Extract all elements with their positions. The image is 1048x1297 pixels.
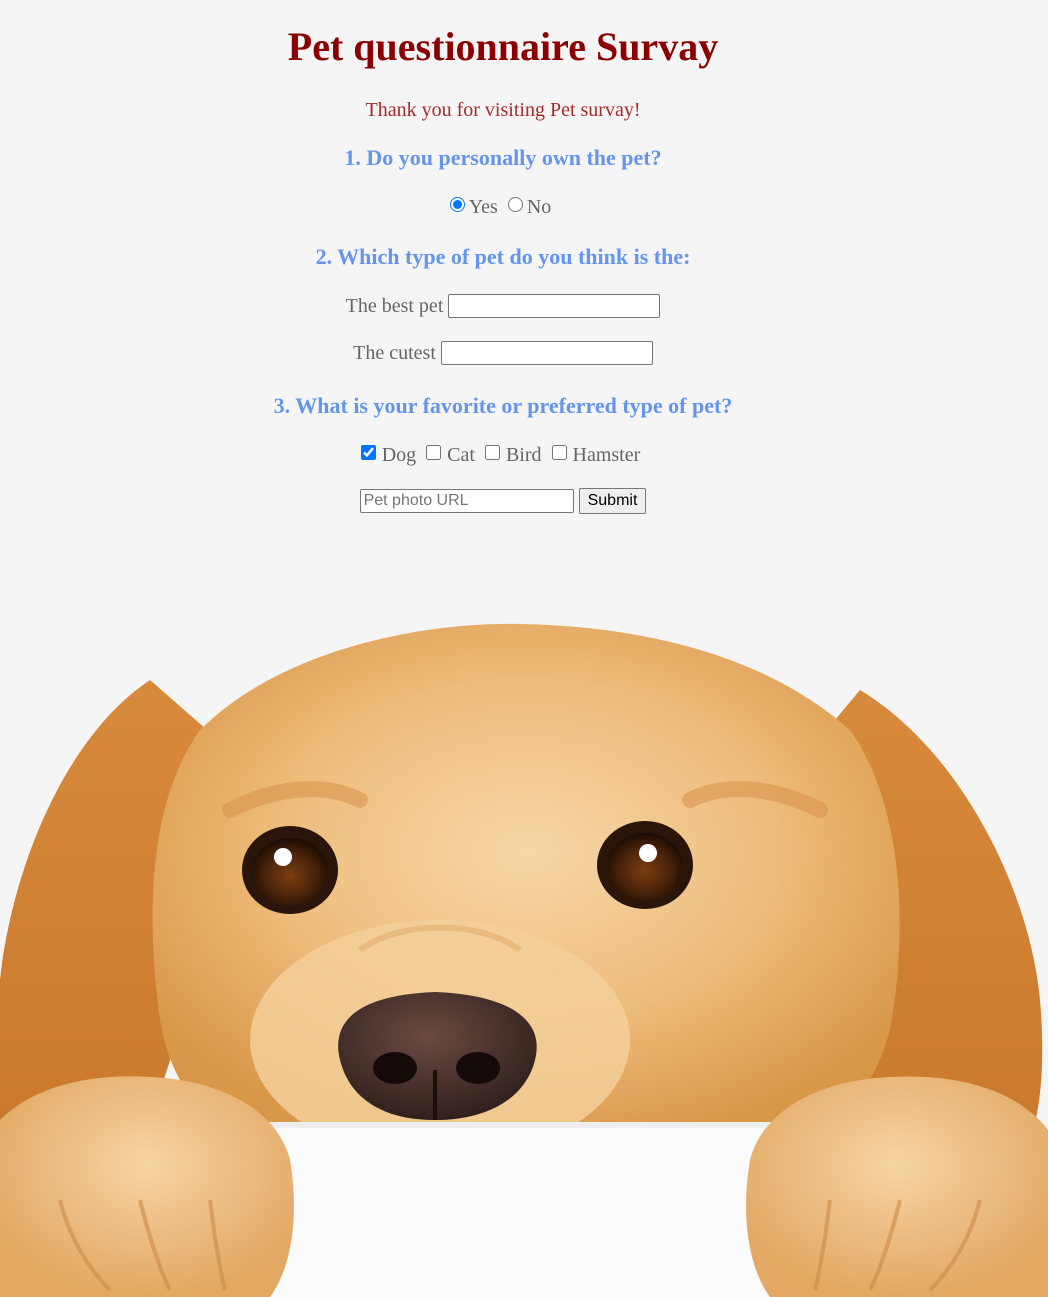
best-pet-label: The best pet — [345, 295, 444, 317]
best-pet-row: The best pet — [0, 291, 1006, 321]
cat-checkbox[interactable] — [426, 445, 442, 460]
question-3-heading: 3. What is your favorite or preferred ty… — [273, 393, 733, 418]
favorite-pet-checkbox-group: Dog Cat Bird Hamster — [0, 443, 1006, 467]
photo-submit-row: Submit — [0, 488, 1006, 514]
cutest-pet-input[interactable] — [440, 341, 653, 365]
cutest-pet-row: The cutest — [0, 338, 1006, 368]
own-pet-yes-radio[interactable] — [449, 197, 465, 212]
cat-label[interactable]: Cat — [447, 444, 475, 466]
own-pet-yes-label[interactable]: Yes — [469, 196, 498, 218]
page-title: Pet questionnaire Survay — [287, 24, 719, 69]
dog-image — [0, 623, 1048, 1297]
own-pet-no-label[interactable]: No — [527, 196, 551, 218]
pet-photo-url-input[interactable] — [359, 489, 574, 513]
bird-checkbox[interactable] — [484, 445, 500, 460]
page: Pet questionnaire Survay Thank you for v… — [0, 0, 1048, 1297]
dog-checkbox[interactable] — [360, 445, 376, 460]
thank-you-text: Thank you for visiting Pet survay! — [365, 99, 641, 121]
submit-button[interactable]: Submit — [578, 488, 647, 514]
dog-label[interactable]: Dog — [382, 444, 416, 466]
bird-label[interactable]: Bird — [506, 444, 542, 466]
cutest-pet-label: The cutest — [353, 342, 436, 364]
own-pet-no-radio[interactable] — [507, 197, 523, 212]
hamster-label[interactable]: Hamster — [573, 444, 641, 466]
survey-form: Pet questionnaire Survay Thank you for v… — [0, 0, 1006, 514]
question-2-heading: 2. Which type of pet do you think is the… — [315, 244, 691, 269]
best-pet-input[interactable] — [448, 294, 661, 318]
own-pet-radio-group: Yes No — [0, 195, 1006, 219]
hamster-checkbox[interactable] — [551, 445, 567, 460]
question-1-heading: 1. Do you personally own the pet? — [344, 145, 662, 170]
